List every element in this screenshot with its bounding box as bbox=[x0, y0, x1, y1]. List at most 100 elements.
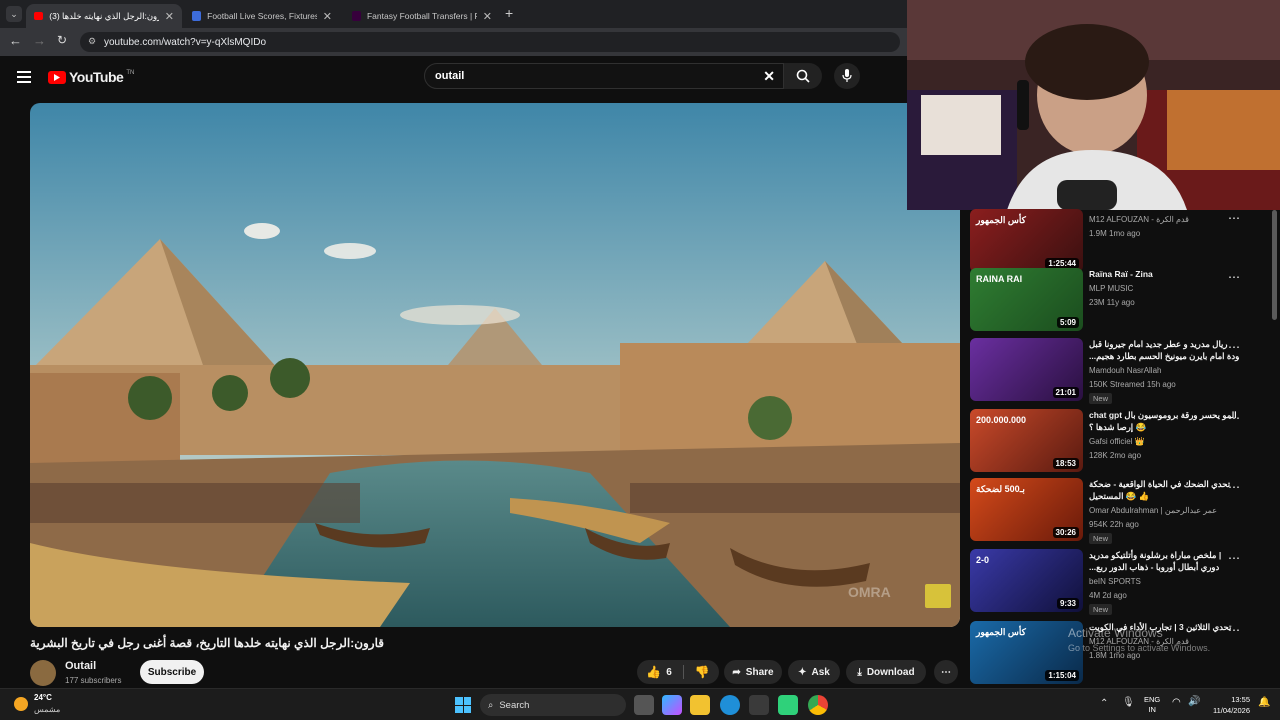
recommendation-stats: 4M 2d ago bbox=[1089, 591, 1127, 600]
address-bar[interactable]: ⚙ youtube.com/watch?v=y-qXlsMQIDo bbox=[80, 32, 900, 52]
more-options-icon[interactable]: ⋯ bbox=[1228, 411, 1241, 425]
recommendation-channel[interactable]: Mamdouh NasrAllah bbox=[1089, 366, 1161, 375]
video-thumbnail[interactable]: 2-0 9:33 bbox=[970, 549, 1083, 612]
weather-temp[interactable]: 24°C bbox=[34, 693, 52, 702]
new-badge: New bbox=[1089, 533, 1113, 544]
app-icon[interactable] bbox=[778, 695, 798, 715]
language-indicator[interactable]: ENG IN bbox=[1144, 695, 1160, 715]
chrome-icon[interactable] bbox=[808, 695, 828, 715]
voice-search-button[interactable] bbox=[834, 63, 860, 89]
volume-icon[interactable]: 🔊 bbox=[1188, 696, 1200, 707]
video-watermark: OMRA bbox=[848, 584, 891, 600]
tab-title: Football Live Scores, Fixtures & bbox=[207, 11, 317, 21]
clear-search-icon[interactable]: ✕ bbox=[763, 68, 775, 85]
thumbs-down-icon[interactable]: 👎 bbox=[695, 665, 710, 679]
recommendation-channel[interactable]: MLP MUSIC bbox=[1089, 284, 1133, 293]
tab-football-scores[interactable]: Football Live Scores, Fixtures & ✕ bbox=[184, 4, 340, 28]
ask-button[interactable]: ✦ Ask bbox=[788, 660, 840, 684]
close-tab-icon[interactable]: ✕ bbox=[165, 10, 174, 23]
more-options-icon[interactable]: ⋯ bbox=[1228, 623, 1241, 637]
close-tab-icon[interactable]: ✕ bbox=[323, 10, 332, 23]
recommendation-item[interactable]: RAINA RAI 5:09 Raïna Raï - Zina MLP MUSIC 23… bbox=[970, 268, 1260, 334]
recommendation-item[interactable]: بـ500 لضحكة 30:26 تحدي الضحك في الحياة الو… bbox=[970, 478, 1260, 544]
more-options-icon[interactable]: ⋯ bbox=[1228, 480, 1241, 494]
video-thumbnail[interactable]: 200.000.000 18:53 bbox=[970, 409, 1083, 472]
search-input[interactable]: outail ✕ bbox=[424, 63, 784, 89]
search-button[interactable] bbox=[784, 63, 822, 89]
thumbnail-text: 200.000.000 bbox=[976, 415, 1027, 425]
like-dislike-group: 👍 6 👎 bbox=[637, 660, 719, 684]
download-button[interactable]: ⤓ Download bbox=[846, 660, 926, 684]
copilot-icon[interactable] bbox=[662, 695, 682, 715]
clock[interactable]: 13:55 11/04/2026 bbox=[1208, 694, 1250, 716]
channel-branding-icon[interactable] bbox=[925, 584, 951, 608]
more-options-icon[interactable]: ⋯ bbox=[1228, 211, 1241, 225]
tray-mic-icon[interactable]: 🎙 bbox=[1122, 697, 1135, 708]
video-player[interactable]: OMRA bbox=[30, 103, 960, 627]
share-label: Share bbox=[745, 666, 774, 678]
recommendation-channel[interactable]: Gafsi officiel 👑 bbox=[1089, 437, 1145, 446]
recommendation-channel[interactable]: M12 ALFOUZAN - قدم الكرة bbox=[1089, 215, 1189, 224]
wifi-icon[interactable]: ◠ bbox=[1172, 697, 1181, 708]
sidebar-scrollbar[interactable] bbox=[1272, 210, 1277, 320]
share-button[interactable]: ➦ Share bbox=[724, 660, 782, 684]
notification-icon[interactable]: 🔔 bbox=[1258, 697, 1270, 708]
url-text: youtube.com/watch?v=y-qXlsMQIDo bbox=[104, 36, 267, 48]
video-thumbnail[interactable]: كأس الجمهور 1:25:44 bbox=[970, 209, 1083, 272]
menu-icon[interactable] bbox=[17, 71, 31, 83]
back-icon[interactable]: ← bbox=[9, 33, 22, 48]
store-icon[interactable] bbox=[749, 695, 769, 715]
more-options-icon[interactable]: ⋯ bbox=[1228, 270, 1241, 284]
recommendation-channel[interactable]: beIN SPORTS bbox=[1089, 577, 1141, 586]
tab-fantasy-football[interactable]: Fantasy Football Transfers | Fan ✕ bbox=[344, 4, 500, 28]
video-thumbnail[interactable]: كأس الجمهور 1:15:04 bbox=[970, 621, 1083, 684]
recommendation-title[interactable]: chat gpt المو يحسر ورقة بروموسيون بال إرص… bbox=[1089, 409, 1239, 433]
recommendation-title[interactable]: ريال مدريد و عطر جديد امام جيرونا قبل...… bbox=[1089, 338, 1239, 362]
recommendation-item[interactable]: 21:01 ريال مدريد و عطر جديد امام جيرونا ق… bbox=[970, 338, 1260, 404]
recommendation-title[interactable]: Raïna Raï - Zina bbox=[1089, 268, 1239, 280]
video-thumbnail[interactable]: 21:01 bbox=[970, 338, 1083, 401]
channel-name[interactable]: Outail bbox=[65, 660, 96, 672]
video-duration: 1:15:04 bbox=[1045, 670, 1079, 681]
recommendation-title[interactable]: ملخص مباراة برشلونة وأتلتيكو مدريد | ...د… bbox=[1089, 549, 1239, 573]
tab-title: Fantasy Football Transfers | Fan bbox=[366, 11, 477, 21]
channel-avatar[interactable] bbox=[30, 660, 56, 686]
new-tab-icon[interactable]: + bbox=[505, 5, 513, 21]
close-tab-icon[interactable]: ✕ bbox=[483, 10, 492, 23]
ask-label: Ask bbox=[811, 666, 830, 678]
tab-search-button[interactable]: ⌄ bbox=[6, 6, 22, 22]
site-info-icon[interactable]: ⚙ bbox=[88, 36, 96, 47]
recommendation-title[interactable]: تحدي الضحك في الحياة الواقعية - ضحكة المس… bbox=[1089, 478, 1239, 502]
youtube-logo[interactable]: YouTube TN bbox=[48, 69, 134, 85]
video-thumbnail[interactable]: RAINA RAI 5:09 bbox=[970, 268, 1083, 331]
subscribe-button[interactable]: Subscribe bbox=[140, 660, 204, 684]
task-view-icon[interactable] bbox=[634, 695, 654, 715]
subscriber-count: 177 subscribers bbox=[65, 676, 122, 685]
more-options-icon[interactable]: ⋯ bbox=[1228, 340, 1241, 354]
video-duration: 9:33 bbox=[1056, 598, 1079, 609]
start-icon[interactable] bbox=[455, 697, 471, 713]
recommendation-channel[interactable]: Omar Abdulrahman | عمر عبدالرحمن bbox=[1089, 506, 1217, 515]
recommendation-item[interactable]: كأس الجمهور 1:25:44 M12 ALFOUZAN - قدم الك… bbox=[970, 209, 1260, 275]
file-explorer-icon[interactable] bbox=[690, 695, 710, 715]
video-thumbnail[interactable]: بـ500 لضحكة 30:26 bbox=[970, 478, 1083, 541]
taskbar-search[interactable]: ⌕ Search bbox=[480, 694, 626, 716]
recommendation-stats: 1.9M 1mo ago bbox=[1089, 229, 1141, 238]
activate-windows-title: Activate Windows bbox=[1068, 626, 1163, 640]
youtube-country-code: TN bbox=[126, 70, 135, 76]
more-icon: ⋯ bbox=[941, 666, 951, 678]
weather-desc: مشمس bbox=[34, 705, 61, 714]
recommendation-item[interactable]: 2-0 9:33 ملخص مباراة برشلونة وأتلتيكو مدري… bbox=[970, 549, 1260, 615]
recommendation-stats: 954K 22h ago bbox=[1089, 520, 1139, 529]
forward-icon[interactable]: → bbox=[33, 33, 46, 48]
edge-icon[interactable] bbox=[720, 695, 740, 715]
weather-icon[interactable] bbox=[14, 697, 28, 711]
tab-youtube[interactable]: قارون:الرجل الذي نهايته خلدها (3) ✕ bbox=[26, 4, 182, 28]
more-actions-button[interactable]: ⋯ bbox=[934, 660, 958, 684]
like-button[interactable]: 👍 6 bbox=[646, 665, 672, 679]
more-options-icon[interactable]: ⋯ bbox=[1228, 551, 1241, 565]
reload-icon[interactable]: ↻ bbox=[57, 33, 67, 47]
tray-chevron-icon[interactable]: ⌃ bbox=[1100, 698, 1108, 709]
recommendation-item[interactable]: 200.000.000 18:53 chat gpt المو يحسر ورقة … bbox=[970, 409, 1260, 475]
divider bbox=[682, 665, 684, 679]
